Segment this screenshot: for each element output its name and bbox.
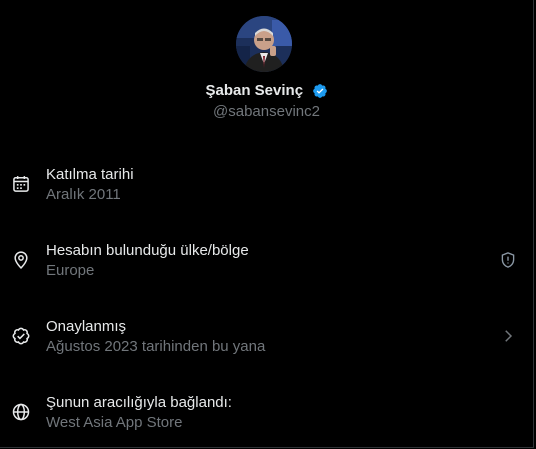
region-value: Europe [46, 262, 95, 279]
region-label: Hesabın bulunduğu ülke/bölge [46, 242, 249, 259]
verified-label: Onaylanmış [46, 318, 127, 335]
about-account-panel: Şaban Sevinç @sabansevinc2 Katılma tarih… [0, 0, 534, 448]
handle: @sabansevinc2 [213, 103, 320, 120]
connected-via-label: Şunun aracılığıyla bağlandı: [46, 394, 232, 411]
calendar-icon [11, 174, 31, 194]
about-item-join-date: Katılma tarihi Aralık 2011 [0, 157, 533, 213]
verified-check-icon [11, 326, 31, 346]
name-row: Şaban Sevinç [0, 81, 533, 101]
shield-info-icon[interactable] [499, 251, 517, 269]
join-date-label: Katılma tarihi [46, 166, 134, 183]
profile-header: Şaban Sevinç @sabansevinc2 [0, 0, 533, 130]
avatar[interactable] [236, 16, 292, 72]
verified-badge-icon[interactable] [312, 83, 328, 99]
display-name: Şaban Sevinç [205, 82, 304, 99]
verified-value: Ağustos 2023 tarihinden bu yana [46, 338, 266, 355]
connected-via-value: West Asia App Store [46, 414, 183, 431]
chevron-right-icon[interactable] [499, 327, 517, 345]
location-pin-icon [11, 250, 31, 270]
join-date-value: Aralık 2011 [46, 186, 121, 203]
globe-icon [11, 402, 31, 422]
about-item-connected-via: Şunun aracılığıyla bağlandı: West Asia A… [0, 385, 533, 441]
about-item-verified[interactable]: Onaylanmış Ağustos 2023 tarihinden bu ya… [0, 309, 533, 365]
about-item-region: Hesabın bulunduğu ülke/bölge Europe [0, 233, 533, 289]
